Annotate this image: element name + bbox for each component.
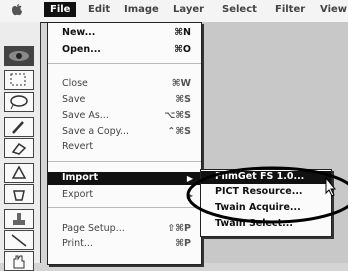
mouse-cursor-icon [325,176,337,197]
highlight-oval [186,166,348,224]
annotation-overlay [186,166,348,224]
